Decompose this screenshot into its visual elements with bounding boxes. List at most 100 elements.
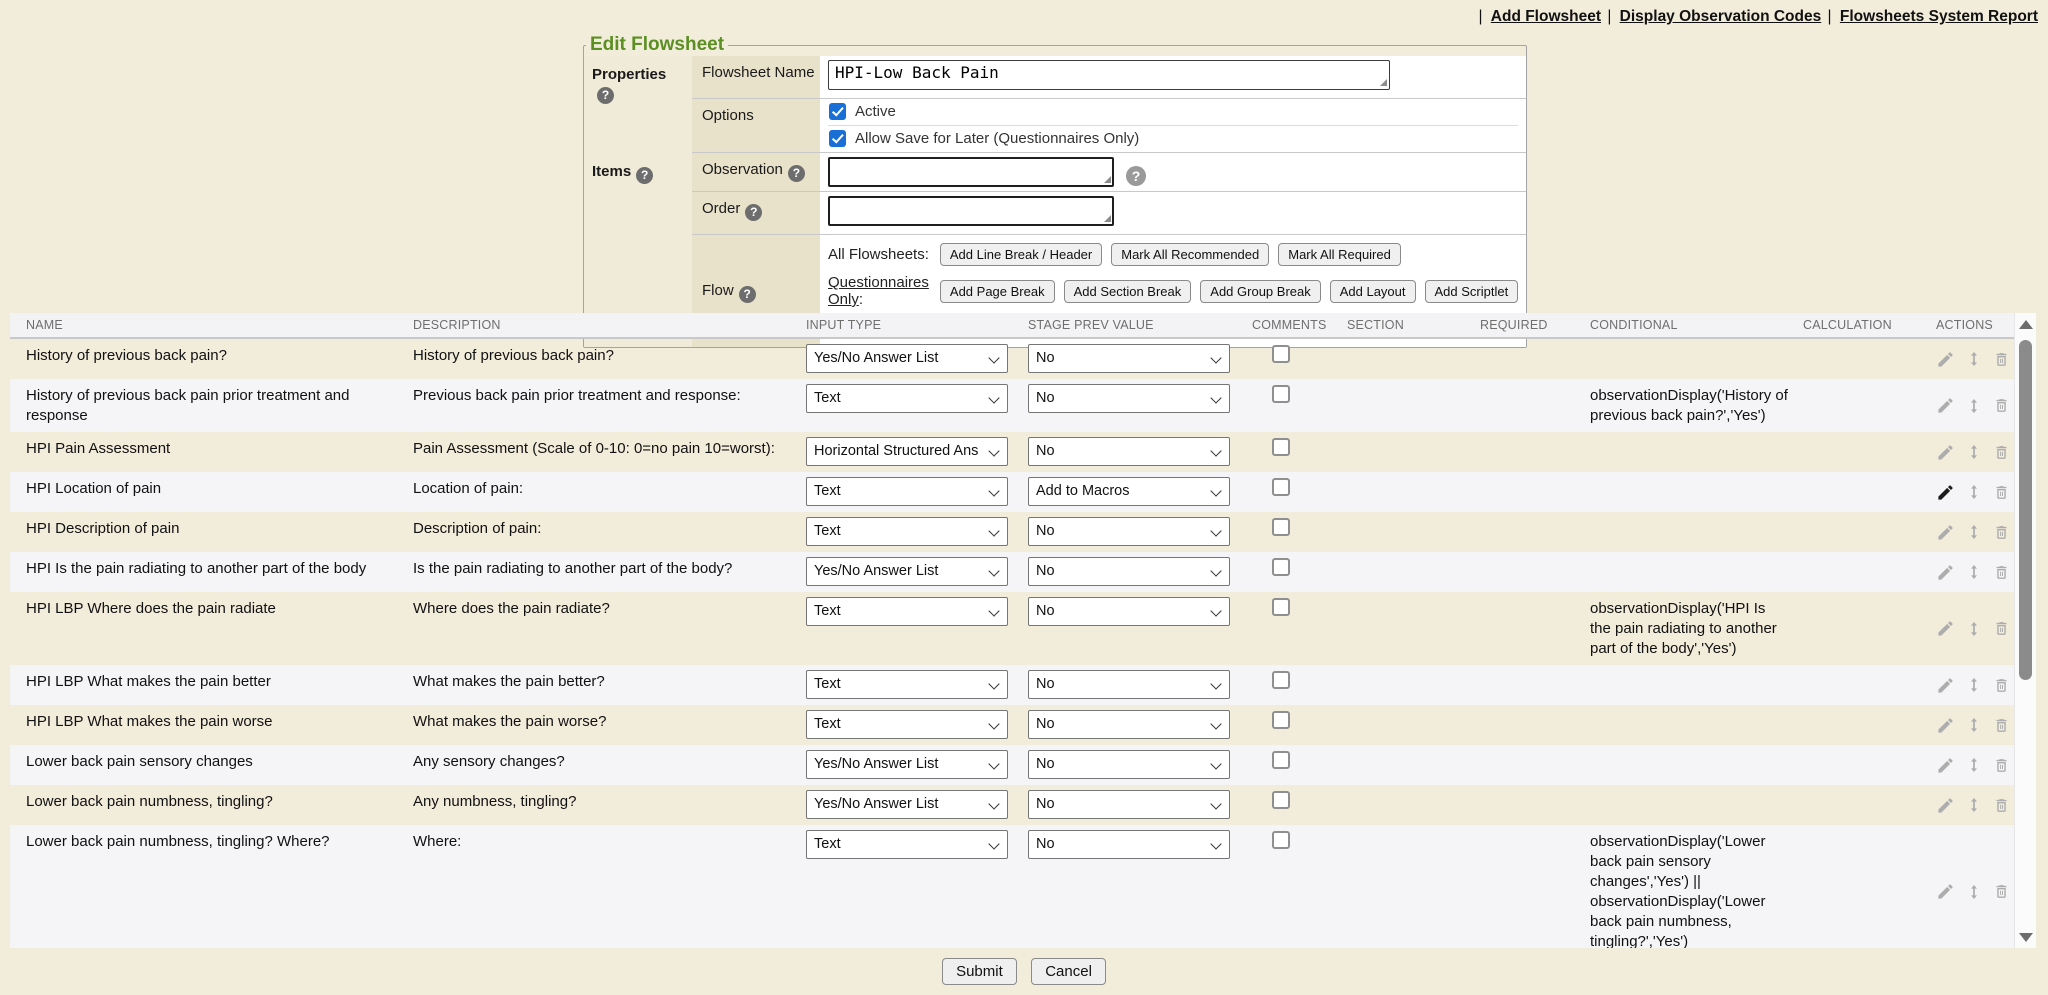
stage-prev-value-select[interactable]: No [1028, 750, 1230, 779]
stage-prev-value-select[interactable]: No [1028, 384, 1230, 413]
stage-prev-value-select[interactable]: No [1028, 790, 1230, 819]
delete-trash-icon[interactable] [1993, 796, 2010, 815]
move-up-down-icon[interactable] [1966, 482, 1982, 502]
move-up-down-icon[interactable] [1966, 795, 1982, 815]
properties-help-icon[interactable]: ? [597, 87, 614, 104]
vertical-scrollbar[interactable] [2014, 313, 2036, 948]
comments-checkbox[interactable] [1272, 345, 1290, 363]
stage-prev-value-select[interactable]: No [1028, 437, 1230, 466]
move-up-down-icon[interactable] [1966, 619, 1982, 639]
edit-pencil-icon[interactable] [1936, 676, 1955, 695]
add-flowsheet-link[interactable]: Add Flowsheet [1491, 8, 1601, 25]
delete-trash-icon[interactable] [1993, 676, 2010, 695]
input-type-select[interactable]: Text [806, 670, 1008, 699]
order-input[interactable] [828, 196, 1114, 226]
observation-help-icon[interactable]: ? [788, 165, 805, 182]
scroll-down-button[interactable] [2015, 926, 2036, 948]
delete-trash-icon[interactable] [1993, 443, 2010, 462]
comments-checkbox[interactable] [1272, 385, 1290, 403]
input-type-select[interactable]: Text [806, 517, 1008, 546]
edit-pencil-icon[interactable] [1936, 443, 1955, 462]
input-type-select[interactable]: Text [806, 830, 1008, 859]
input-type-select[interactable]: Yes/No Answer List [806, 790, 1008, 819]
edit-pencil-icon[interactable] [1936, 523, 1955, 542]
delete-trash-icon[interactable] [1993, 523, 2010, 542]
comments-checkbox[interactable] [1272, 831, 1290, 849]
add-line-break-header-button[interactable]: Add Line Break / Header [940, 243, 1102, 266]
comments-checkbox[interactable] [1272, 438, 1290, 456]
comments-checkbox[interactable] [1272, 478, 1290, 496]
add-page-break-button[interactable]: Add Page Break [940, 280, 1055, 303]
delete-trash-icon[interactable] [1993, 882, 2010, 901]
input-type-select[interactable]: Horizontal Structured Ans [806, 437, 1008, 466]
comments-checkbox[interactable] [1272, 751, 1290, 769]
move-up-down-icon[interactable] [1966, 396, 1982, 416]
stage-prev-value-select[interactable]: No [1028, 597, 1230, 626]
move-up-down-icon[interactable] [1966, 675, 1982, 695]
delete-trash-icon[interactable] [1993, 619, 2010, 638]
edit-pencil-icon[interactable] [1936, 396, 1955, 415]
comments-checkbox[interactable] [1272, 711, 1290, 729]
add-group-break-button[interactable]: Add Group Break [1200, 280, 1320, 303]
stage-prev-value-select[interactable]: Add to Macros [1028, 477, 1230, 506]
edit-pencil-icon[interactable] [1936, 796, 1955, 815]
comments-checkbox[interactable] [1272, 558, 1290, 576]
stage-prev-value-select[interactable]: No [1028, 830, 1230, 859]
scroll-up-button[interactable] [2015, 313, 2036, 335]
stage-prev-value-select[interactable]: No [1028, 517, 1230, 546]
delete-trash-icon[interactable] [1993, 756, 2010, 775]
input-type-select[interactable]: Yes/No Answer List [806, 750, 1008, 779]
stage-prev-value-select[interactable]: No [1028, 557, 1230, 586]
flowsheets-system-report-link[interactable]: Flowsheets System Report [1840, 8, 2038, 25]
items-help-icon[interactable]: ? [636, 167, 653, 184]
delete-trash-icon[interactable] [1993, 563, 2010, 582]
edit-pencil-icon[interactable] [1936, 756, 1955, 775]
delete-trash-icon[interactable] [1993, 483, 2010, 502]
comments-checkbox[interactable] [1272, 791, 1290, 809]
mark-all-recommended-button[interactable]: Mark All Recommended [1111, 243, 1269, 266]
move-up-down-icon[interactable] [1966, 562, 1982, 582]
move-up-down-icon[interactable] [1966, 882, 1982, 902]
comments-checkbox[interactable] [1272, 598, 1290, 616]
order-help-icon[interactable]: ? [745, 204, 762, 221]
flowsheet-name-input[interactable]: HPI-Low Back Pain [828, 60, 1390, 90]
stage-prev-value-select[interactable]: No [1028, 670, 1230, 699]
active-checkbox[interactable] [829, 103, 846, 120]
allow-save-checkbox[interactable] [829, 130, 846, 147]
add-layout-button[interactable]: Add Layout [1330, 280, 1416, 303]
display-observation-codes-link[interactable]: Display Observation Codes [1620, 8, 1822, 25]
observation-info-icon[interactable]: ? [1126, 166, 1146, 186]
input-type-select[interactable]: Text [806, 384, 1008, 413]
add-scriptlet-button[interactable]: Add Scriptlet [1425, 280, 1519, 303]
delete-trash-icon[interactable] [1993, 396, 2010, 415]
move-up-down-icon[interactable] [1966, 349, 1982, 369]
move-up-down-icon[interactable] [1966, 522, 1982, 542]
stage-prev-value-select[interactable]: No [1028, 710, 1230, 739]
cancel-button[interactable]: Cancel [1031, 958, 1106, 985]
observation-input[interactable] [828, 157, 1114, 187]
delete-trash-icon[interactable] [1993, 350, 2010, 369]
input-type-select[interactable]: Text [806, 597, 1008, 626]
input-type-select[interactable]: Yes/No Answer List [806, 344, 1008, 373]
edit-pencil-icon[interactable] [1936, 483, 1955, 502]
move-up-down-icon[interactable] [1966, 715, 1982, 735]
comments-checkbox[interactable] [1272, 671, 1290, 689]
flow-help-icon[interactable]: ? [739, 286, 756, 303]
edit-pencil-icon[interactable] [1936, 882, 1955, 901]
delete-trash-icon[interactable] [1993, 716, 2010, 735]
move-up-down-icon[interactable] [1966, 442, 1982, 462]
scrollbar-thumb[interactable] [2019, 340, 2032, 680]
comments-checkbox[interactable] [1272, 518, 1290, 536]
stage-prev-value-select[interactable]: No [1028, 344, 1230, 373]
edit-pencil-icon[interactable] [1936, 619, 1955, 638]
input-type-select[interactable]: Text [806, 710, 1008, 739]
input-type-select[interactable]: Text [806, 477, 1008, 506]
move-up-down-icon[interactable] [1966, 755, 1982, 775]
submit-button[interactable]: Submit [942, 958, 1017, 985]
mark-all-required-button[interactable]: Mark All Required [1278, 243, 1401, 266]
add-section-break-button[interactable]: Add Section Break [1064, 280, 1192, 303]
edit-pencil-icon[interactable] [1936, 563, 1955, 582]
edit-pencil-icon[interactable] [1936, 716, 1955, 735]
edit-pencil-icon[interactable] [1936, 350, 1955, 369]
input-type-select[interactable]: Yes/No Answer List [806, 557, 1008, 586]
